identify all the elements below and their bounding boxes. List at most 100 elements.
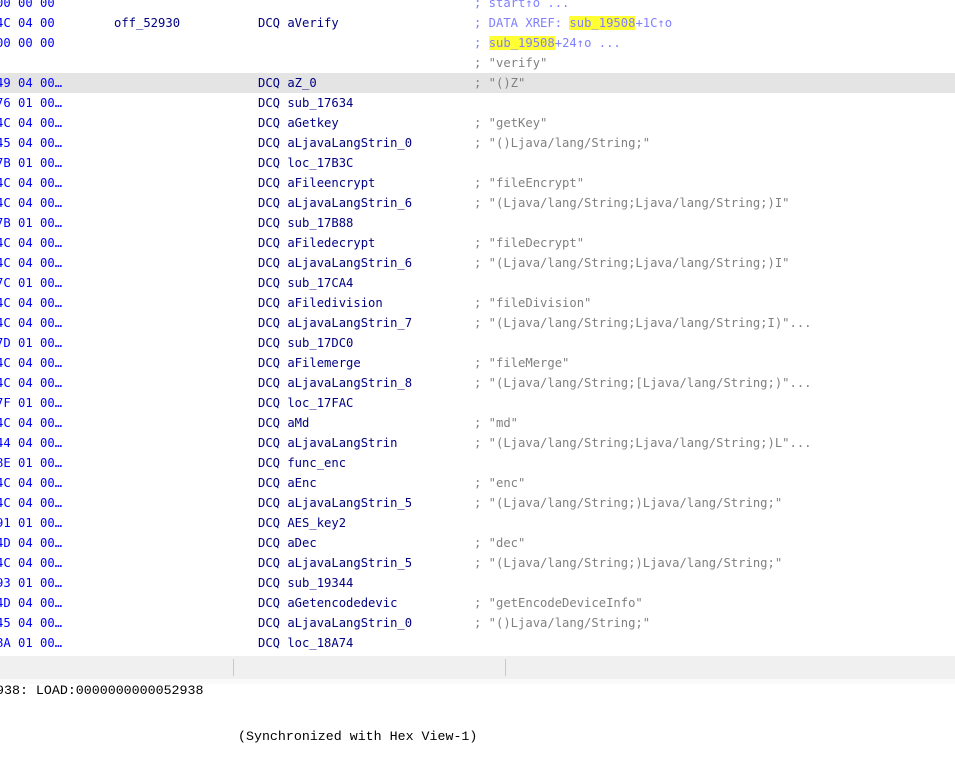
instruction[interactable]: DCQ sub_17634 (258, 93, 353, 113)
byte-column[interactable]: 4C 04 00… (0, 473, 62, 493)
instruction[interactable]: DCQ AES_key2 (258, 513, 346, 533)
byte-column[interactable]: 4C 04 00 (0, 13, 55, 33)
listing-row[interactable]: 4C 04 00… DCQ aLjavaLangStrin_5 ; "(Ljava/… (0, 493, 955, 513)
byte-column[interactable]: 4C 04 00… (0, 293, 62, 313)
byte-column[interactable]: 7B 01 00… (0, 153, 62, 173)
listing-row[interactable]: 45 04 00… DCQ aLjavaLangStrin_0 ; "()Ljava… (0, 613, 955, 633)
listing-row[interactable]: 7F 01 00… DCQ loc_17FAC (0, 393, 955, 413)
instruction[interactable]: DCQ aGetencodedevic (258, 593, 397, 613)
comment: ; "fileDivision" (474, 293, 591, 313)
instruction[interactable]: DCQ loc_17FAC (258, 393, 353, 413)
byte-column[interactable]: 4C 04 00… (0, 173, 62, 193)
byte-column[interactable]: 4C 04 00… (0, 313, 62, 333)
instruction[interactable]: DCQ sub_17CA4 (258, 273, 353, 293)
listing-row[interactable]: 4C 04 00… DCQ aFiledecrypt ; "fileDecrypt" (0, 233, 955, 253)
listing-row[interactable]: ; "verify" (0, 53, 955, 73)
address-label[interactable]: off_52930 (114, 13, 180, 33)
byte-column[interactable]: 93 01 00… (0, 573, 62, 593)
listing-row[interactable]: 4D 04 00… DCQ aDec ; "dec" (0, 533, 955, 553)
listing-row[interactable]: 4C 04 00… DCQ aLjavaLangStrin_5 ; "(Ljava/… (0, 553, 955, 573)
listing-row[interactable]: 44 04 00… DCQ aLjavaLangStrin ; "(Ljava/la… (0, 433, 955, 453)
listing-row[interactable]: 4C 04 00… DCQ aLjavaLangStrin_6 ; "(Ljava/… (0, 253, 955, 273)
instruction[interactable]: DCQ aLjavaLangStrin_7 (258, 313, 412, 333)
listing-row[interactable]: 00 00 00 ; start↑o ... (0, 0, 955, 13)
byte-column[interactable]: 7D 01 00… (0, 333, 62, 353)
instruction[interactable]: DCQ aLjavaLangStrin_0 (258, 133, 412, 153)
listing-row[interactable]: 4C 04 00… DCQ aFileencrypt ; "fileEncrypt" (0, 173, 955, 193)
listing-row[interactable]: 7D 01 00… DCQ sub_17DC0 (0, 333, 955, 353)
listing-row[interactable]: 7C 01 00… DCQ sub_17CA4 (0, 273, 955, 293)
byte-column[interactable]: 7B 01 00… (0, 213, 62, 233)
instruction[interactable]: DCQ aLjavaLangStrin_6 (258, 193, 412, 213)
byte-column[interactable]: 4C 04 00… (0, 353, 62, 373)
listing-row[interactable]: 4C 04 00… DCQ aLjavaLangStrin_8 ; "(Ljava/… (0, 373, 955, 393)
byte-column[interactable]: 4C 04 00… (0, 373, 62, 393)
listing-row[interactable]: 49 04 00… DCQ aZ_0 ; "()Z" (0, 73, 955, 93)
byte-column[interactable]: 4C 04 00… (0, 553, 62, 573)
byte-column[interactable]: 45 04 00… (0, 613, 62, 633)
listing-row[interactable]: 7B 01 00… DCQ sub_17B88 (0, 213, 955, 233)
byte-column[interactable]: 4D 04 00… (0, 533, 62, 553)
highlighted-xref-link[interactable]: sub_19508 (488, 36, 555, 50)
byte-column[interactable]: 49 04 00… (0, 73, 62, 93)
instruction[interactable]: DCQ aLjavaLangStrin_5 (258, 493, 412, 513)
instruction[interactable]: DCQ aDec (258, 533, 317, 553)
instruction[interactable]: DCQ aFiledecrypt (258, 233, 375, 253)
instruction[interactable]: DCQ aLjavaLangStrin_8 (258, 373, 412, 393)
instruction[interactable]: DCQ aMd (258, 413, 309, 433)
instruction[interactable]: DCQ loc_18A74 (258, 633, 353, 653)
disassembly-listing[interactable]: 00 00 00 ; start↑o ... 4C 04 00 off_52930 DC… (0, 0, 955, 656)
byte-column[interactable]: 76 01 00… (0, 93, 62, 113)
listing-row[interactable]: 4C 04 00… DCQ aLjavaLangStrin_7 ; "(Ljava/… (0, 313, 955, 333)
listing-row[interactable]: 8E 01 00… DCQ func_enc (0, 453, 955, 473)
listing-row[interactable]: 00 00 00; sub_19508+24↑o ... (0, 33, 955, 53)
instruction[interactable]: DCQ aLjavaLangStrin_5 (258, 553, 412, 573)
byte-column[interactable]: 00 00 00 (0, 0, 55, 13)
instruction[interactable]: DCQ aLjavaLangStrin_0 (258, 613, 412, 633)
byte-column[interactable]: 00 00 00 (0, 33, 55, 53)
byte-column[interactable]: 91 01 00… (0, 513, 62, 533)
byte-column[interactable]: 45 04 00… (0, 133, 62, 153)
instruction[interactable]: DCQ func_enc (258, 453, 346, 473)
byte-column[interactable]: 4D 04 00… (0, 593, 62, 613)
listing-row[interactable]: 76 01 00… DCQ sub_17634 (0, 93, 955, 113)
instruction[interactable]: DCQ aVerify (258, 13, 339, 33)
listing-row[interactable]: 4C 04 00… DCQ aGetkey ; "getKey" (0, 113, 955, 133)
listing-row[interactable]: 45 04 00… DCQ aLjavaLangStrin_0 ; "()Ljava… (0, 133, 955, 153)
instruction[interactable]: DCQ aLjavaLangStrin (258, 433, 397, 453)
listing-row[interactable]: 7B 01 00… DCQ loc_17B3C (0, 153, 955, 173)
instruction[interactable]: DCQ aEnc (258, 473, 317, 493)
instruction[interactable]: DCQ aFileencrypt (258, 173, 375, 193)
byte-column[interactable]: 4C 04 00… (0, 253, 62, 273)
listing-row[interactable]: 4C 04 00… DCQ aEnc ; "enc" (0, 473, 955, 493)
byte-column[interactable]: 7C 01 00… (0, 273, 62, 293)
instruction[interactable]: DCQ sub_17DC0 (258, 333, 353, 353)
listing-row[interactable]: 4C 04 00… DCQ aFilemerge ; "fileMerge" (0, 353, 955, 373)
byte-column[interactable]: 44 04 00… (0, 433, 62, 453)
byte-column[interactable]: 4C 04 00… (0, 413, 62, 433)
highlighted-xref-link[interactable]: sub_19508 (569, 16, 636, 30)
listing-row[interactable]: 91 01 00… DCQ AES_key2 (0, 513, 955, 533)
byte-column[interactable]: 8E 01 00… (0, 453, 62, 473)
instruction[interactable]: DCQ aZ_0 (258, 73, 317, 93)
listing-row[interactable]: 8A 01 00… DCQ loc_18A74 (0, 633, 955, 653)
instruction[interactable]: DCQ aLjavaLangStrin_6 (258, 253, 412, 273)
listing-row[interactable]: 4D 04 00… DCQ aGetencodedevic ; "getEncode… (0, 593, 955, 613)
listing-row[interactable]: 4C 04 00… DCQ aLjavaLangStrin_6 ; "(Ljava/… (0, 193, 955, 213)
byte-column[interactable]: 4C 04 00… (0, 113, 62, 133)
byte-column[interactable]: 4C 04 00… (0, 493, 62, 513)
instruction[interactable]: DCQ aFiledivision (258, 293, 383, 313)
instruction[interactable]: DCQ loc_17B3C (258, 153, 353, 173)
byte-column[interactable]: 4C 04 00… (0, 193, 62, 213)
listing-row[interactable]: 4C 04 00… DCQ aMd ; "md" (0, 413, 955, 433)
listing-row[interactable]: 4C 04 00… DCQ aFiledivision ; "fileDivisio… (0, 293, 955, 313)
byte-column[interactable]: 4C 04 00… (0, 233, 62, 253)
instruction[interactable]: DCQ sub_19344 (258, 573, 353, 593)
instruction[interactable]: DCQ sub_17B88 (258, 213, 353, 233)
listing-row[interactable]: 93 01 00… DCQ sub_19344 (0, 573, 955, 593)
instruction[interactable]: DCQ aFilemerge (258, 353, 361, 373)
byte-column[interactable]: 7F 01 00… (0, 393, 62, 413)
byte-column[interactable]: 8A 01 00… (0, 633, 62, 653)
instruction[interactable]: DCQ aGetkey (258, 113, 339, 133)
listing-row[interactable]: 4C 04 00 off_52930 DCQ aVerify ; DATA XREF:… (0, 13, 955, 33)
